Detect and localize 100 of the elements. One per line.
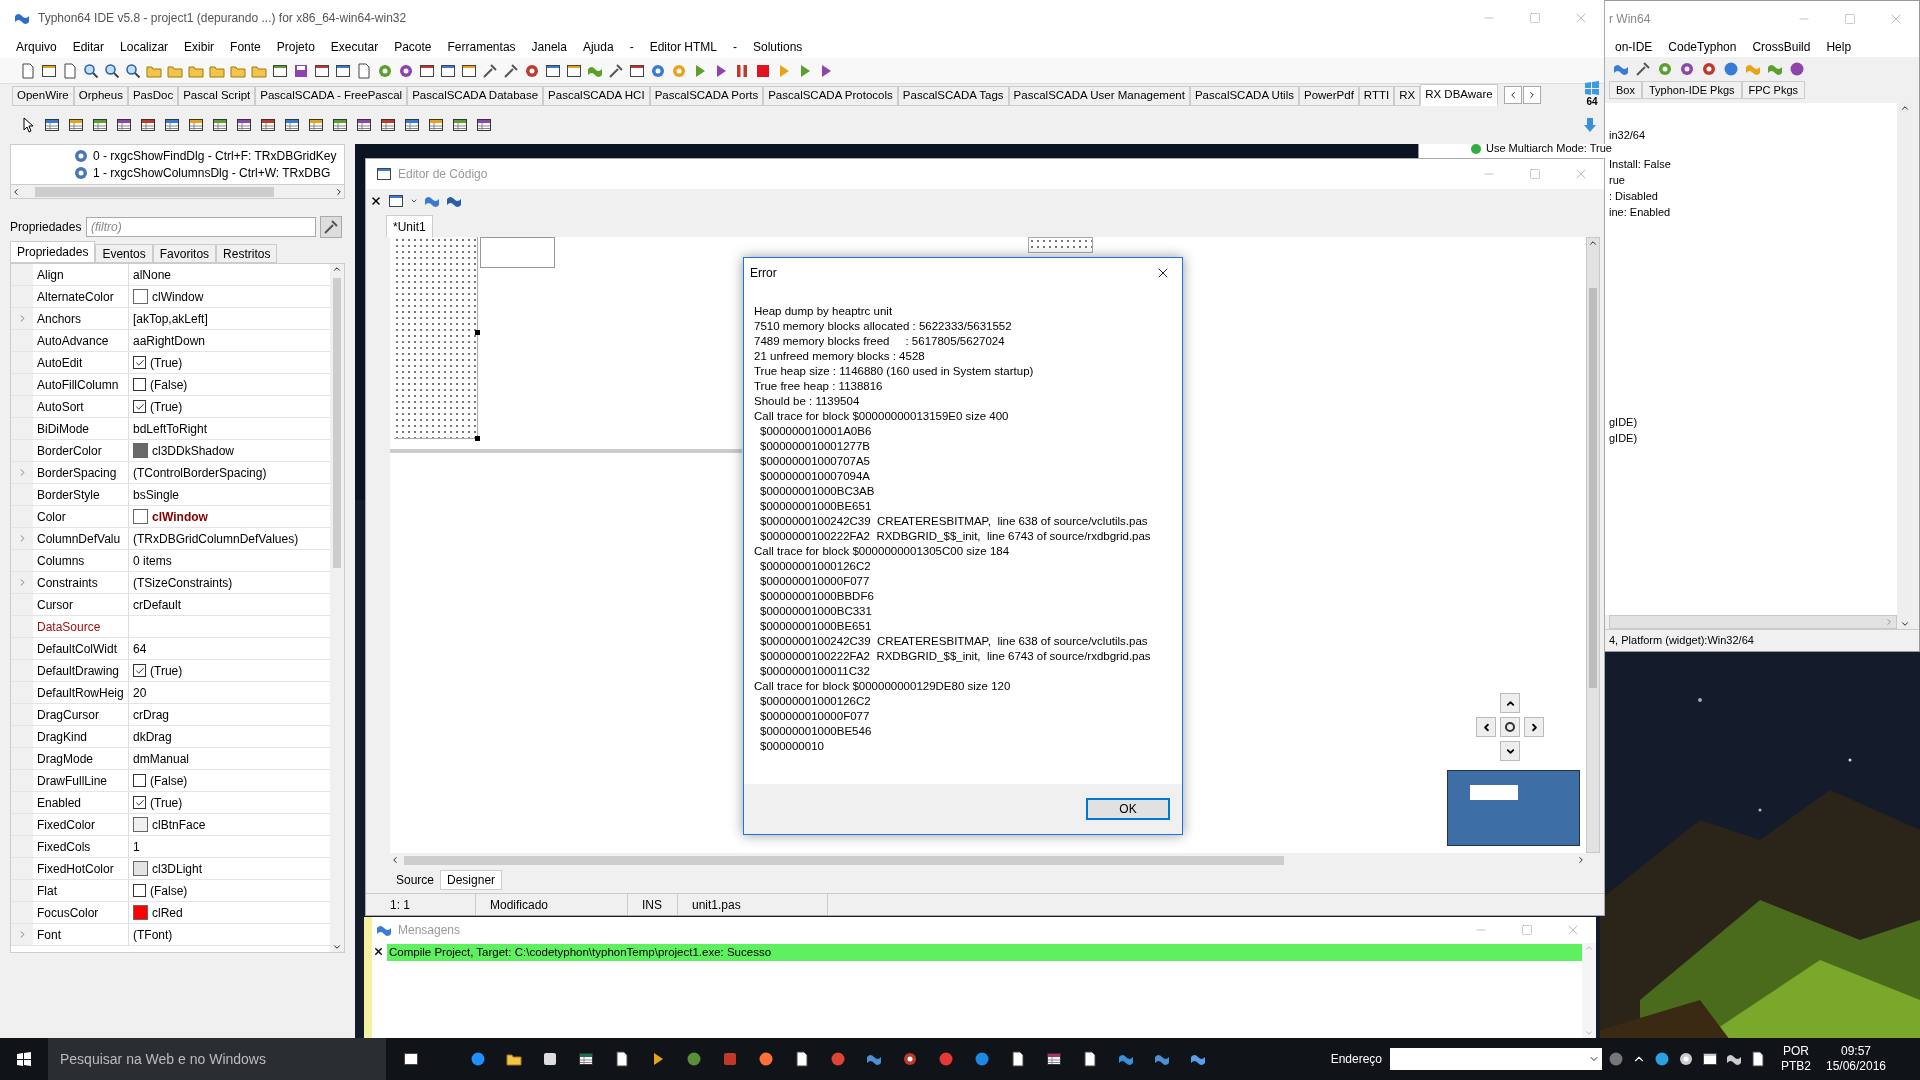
document-icon[interactable] (1010, 1051, 1026, 1067)
resize-handle[interactable] (475, 436, 480, 441)
palette-tab[interactable]: PascalSCADA User Management (1008, 86, 1190, 106)
property-value[interactable]: clRed (152, 903, 183, 922)
close-icon[interactable] (370, 195, 382, 207)
search-icon[interactable] (83, 62, 99, 79)
checkbox[interactable] (133, 796, 146, 809)
menu-item[interactable]: CodeTyphon (1660, 38, 1745, 56)
window-icon[interactable] (1702, 1051, 1718, 1067)
table-icon[interactable] (404, 117, 420, 133)
horizontal-scrollbar[interactable] (10, 185, 345, 199)
property-value[interactable]: (False) (150, 771, 188, 790)
property-value[interactable]: clBtnFace (152, 815, 206, 834)
property-value[interactable]: (TRxDBGridColumnDefValues) (133, 529, 299, 548)
menu-item[interactable]: Ferramentas (439, 38, 524, 56)
property-value[interactable]: dkDrag (133, 727, 172, 746)
clock-time[interactable]: 09:57 (1841, 1044, 1871, 1059)
table-icon[interactable] (116, 117, 132, 133)
file-tab[interactable]: *Unit1 (386, 215, 433, 237)
property-value[interactable]: [akTop,akLeft] (133, 309, 208, 328)
view-tab[interactable]: Designer (440, 870, 503, 890)
nav-down-button[interactable] (1500, 741, 1520, 761)
palette-tab[interactable]: RX DBAware (1420, 84, 1498, 106)
property-value[interactable]: cl3DDkShadow (152, 441, 235, 460)
tab[interactable]: Propriedades (10, 241, 96, 263)
property-value[interactable]: (TControlBorderSpacing) (133, 463, 267, 482)
tab[interactable]: Favoritos (152, 244, 217, 263)
resize-handle[interactable] (475, 330, 480, 335)
menu-item[interactable]: CrossBuild (1744, 38, 1819, 56)
circle-icon[interactable] (1723, 61, 1739, 77)
menu-item[interactable]: - (725, 38, 745, 56)
filter-field[interactable]: (filtro) (86, 217, 316, 237)
document-icon[interactable] (1082, 1051, 1098, 1067)
menu-item[interactable]: on-IDE (1607, 38, 1661, 56)
nav-up-button[interactable] (1500, 693, 1520, 713)
table-icon[interactable] (332, 117, 348, 133)
table-icon[interactable] (380, 117, 396, 133)
table-icon[interactable] (68, 117, 84, 133)
property-value[interactable]: clWindow (152, 287, 204, 306)
palette-tab[interactable]: RTTI (1358, 86, 1395, 106)
table-icon[interactable] (476, 117, 492, 133)
property-value[interactable]: (False) (150, 881, 188, 900)
tree-item[interactable]: 1 - rxgcShowColumnsDlg - Ctrl+W: TRxDBG (93, 164, 331, 182)
scrollbar-thumb[interactable] (35, 186, 274, 197)
circle-icon[interactable] (686, 1051, 702, 1067)
menu-item[interactable]: - (621, 38, 642, 56)
checkbox[interactable] (133, 378, 146, 391)
menu-item[interactable]: Exibir (176, 38, 223, 56)
tab[interactable]: Eventos (95, 244, 153, 263)
tree-item[interactable]: 0 - rxgcShowFindDlg - Ctrl+F: TRxDBGridKey (93, 147, 337, 165)
scrollbar-thumb[interactable] (333, 278, 341, 568)
window-icon[interactable] (314, 62, 330, 79)
window-icon[interactable] (629, 62, 645, 79)
property-value[interactable]: dmManual (133, 749, 190, 768)
search-icon[interactable] (125, 62, 141, 79)
circle-icon[interactable] (830, 1051, 846, 1067)
palette-tab[interactable]: Orpheus (73, 86, 128, 106)
tab[interactable]: FPC Pkgs (1741, 80, 1806, 99)
table-icon[interactable] (140, 117, 156, 133)
layout-indicator[interactable]: PTB2 (1781, 1059, 1811, 1074)
circle-icon[interactable] (938, 1051, 954, 1067)
window-icon[interactable] (41, 62, 57, 79)
document-icon[interactable] (1750, 1051, 1766, 1067)
designer-scrollbar[interactable] (390, 449, 742, 453)
property-value[interactable]: clWindow (152, 507, 208, 526)
palette-tab[interactable]: PasDoc (127, 86, 179, 106)
property-value[interactable]: aaRightDown (133, 331, 206, 350)
menu-item[interactable]: Help (1818, 38, 1860, 56)
tool-icon[interactable] (482, 62, 498, 79)
palette-tab[interactable]: Pascal Script (178, 86, 256, 106)
window-icon[interactable] (335, 62, 351, 79)
ok-button[interactable]: OK (1086, 798, 1170, 820)
window-icon[interactable] (388, 193, 404, 209)
table-icon[interactable] (428, 117, 444, 133)
tool-icon[interactable] (1635, 61, 1651, 77)
pointer-icon[interactable] (20, 117, 36, 133)
scrollbar-thumb[interactable] (1589, 288, 1597, 688)
vertical-scrollbar[interactable] (1586, 237, 1600, 853)
checkbox[interactable] (133, 356, 146, 369)
stop-icon[interactable] (755, 62, 771, 79)
circle-icon[interactable] (1789, 61, 1805, 77)
caret-icon[interactable] (410, 197, 418, 205)
property-value[interactable]: (False) (150, 375, 188, 394)
tab[interactable]: Typhon-IDE Pkgs (1641, 80, 1742, 99)
language-indicator[interactable]: POR (1783, 1044, 1809, 1059)
circle-icon[interactable] (1608, 1051, 1624, 1067)
form-preview[interactable] (1447, 770, 1580, 846)
pause-icon[interactable] (734, 62, 750, 79)
checkbox[interactable] (133, 664, 146, 677)
menu-item[interactable]: Solutions (745, 38, 811, 56)
clock-date[interactable]: 15/06/2016 (1825, 1059, 1887, 1074)
nav-right-button[interactable] (1524, 717, 1544, 737)
table-icon[interactable] (308, 117, 324, 133)
nav-center-button[interactable] (1500, 717, 1520, 737)
checkbox[interactable] (133, 400, 146, 413)
arrow-down-icon[interactable] (1582, 117, 1598, 133)
palette-tab[interactable]: PascalSCADA - FreePascal (255, 86, 408, 106)
menu-item[interactable]: Editor HTML (641, 38, 725, 56)
property-value[interactable]: 1 (133, 837, 140, 856)
vertical-scrollbar[interactable] (330, 264, 344, 952)
